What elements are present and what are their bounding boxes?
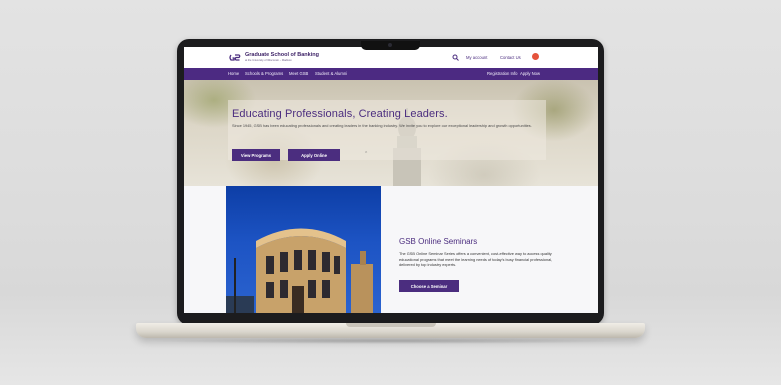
contact-us-link[interactable]: Contact Us — [500, 55, 521, 60]
hero-text: Since 1945, GSB has been educating profe… — [232, 123, 532, 128]
nav-item-meet-gsb[interactable]: Meet GSB — [289, 71, 308, 76]
brand-name[interactable]: Graduate School of Banking — [245, 52, 319, 58]
search-icon[interactable] — [452, 54, 459, 61]
camera-icon — [388, 43, 392, 47]
apply-online-button[interactable]: Apply Online — [288, 149, 340, 161]
hero-banner: Educating Professionals, Creating Leader… — [184, 80, 598, 186]
main-nav: Home Schools & Programs Meet GSB Student… — [184, 68, 598, 80]
seminars-text: The GSB Online Seminar Series offers a c… — [399, 251, 553, 267]
choose-seminar-button[interactable]: Choose a Seminar — [399, 280, 459, 292]
hero-title: Educating Professionals, Creating Leader… — [232, 108, 448, 120]
site-header: Graduate School of Banking at the Univer… — [184, 47, 598, 68]
brand-subtitle: at the University of Wisconsin – Madison — [245, 59, 292, 62]
nav-item-student-alumni[interactable]: Student & Alumni — [315, 71, 347, 76]
laptop-opening-groove — [346, 323, 436, 327]
my-account-link[interactable]: My account — [466, 55, 487, 60]
gsb-logo-icon[interactable] — [229, 52, 241, 63]
nav-item-apply-now[interactable]: Apply Now — [520, 71, 540, 76]
cart-icon[interactable] — [532, 53, 539, 60]
browser-screen: Graduate School of Banking at the Univer… — [184, 47, 598, 313]
seminars-title: GSB Online Seminars — [399, 237, 478, 246]
nav-item-home[interactable]: Home — [228, 71, 239, 76]
camera-notch — [361, 41, 420, 50]
building-photo — [226, 186, 381, 313]
view-programs-button[interactable]: View Programs — [232, 149, 280, 161]
nav-item-schools-programs[interactable]: Schools & Programs — [245, 71, 283, 76]
chevron-down-icon[interactable]: ⌃ — [364, 151, 368, 157]
laptop-shadow — [150, 338, 631, 344]
nav-item-registration-info[interactable]: Registration Info — [487, 71, 518, 76]
